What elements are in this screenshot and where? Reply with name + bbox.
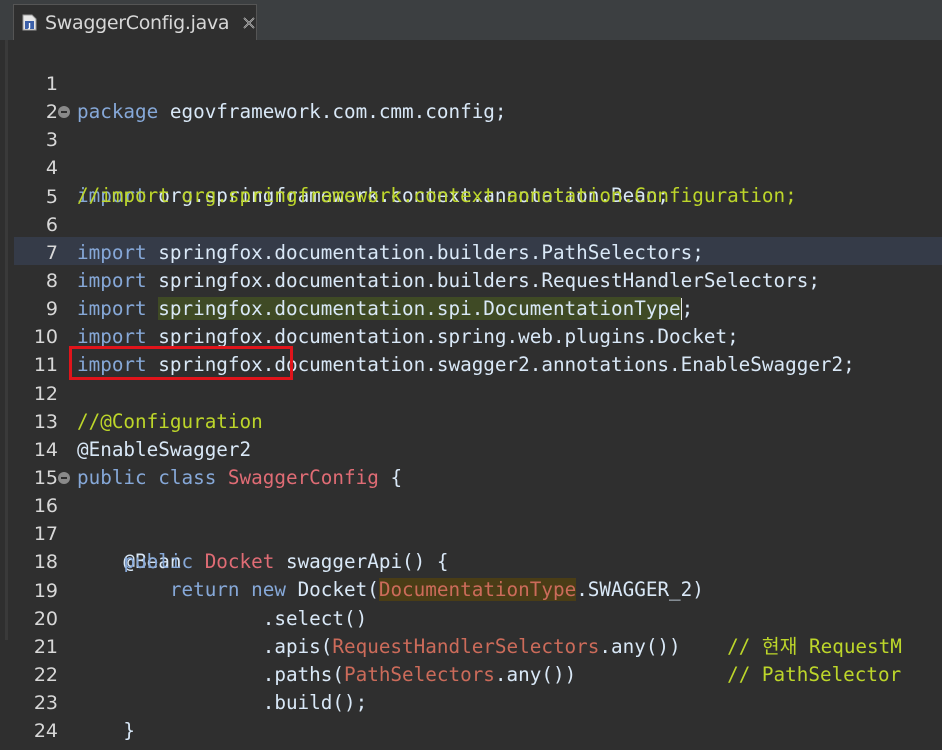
code-line-current: 8 import springfox.documentation.spi.Doc…: [0, 239, 942, 321]
tab-swaggerconfig[interactable]: J SwaggerConfig.java: [13, 4, 257, 40]
close-icon[interactable]: [241, 15, 257, 31]
editor-tab-bar: J SwaggerConfig.java: [0, 0, 942, 40]
code-line: 17 public Docket swaggerApi() {: [0, 492, 942, 573]
code-editor[interactable]: 1 package egovframework.com.cmm.config; …: [0, 40, 942, 750]
code-line: 21 .paths(PathSelectors.any()) // PathSe…: [0, 605, 942, 686]
code-line: 16 @Bean: [0, 464, 942, 573]
fold-toggle-icon[interactable]: [58, 472, 70, 485]
code-line: 10 import springfox.documentation.swagge…: [0, 295, 942, 376]
fold-toggle-icon[interactable]: [58, 106, 70, 119]
code-line: 14 public class SwaggerConfig {: [0, 408, 942, 489]
svg-text:J: J: [27, 22, 31, 30]
code-line: 4 //import org.springframework.context.a…: [0, 126, 942, 207]
code-line: 22 .build();: [0, 633, 942, 714]
code-line: 5: [0, 155, 942, 208]
code-line: 23 }: [0, 661, 942, 742]
tab-title: SwaggerConfig.java: [45, 11, 230, 34]
code-line: 15: [0, 436, 942, 489]
code-line: 19 .select(): [0, 549, 942, 630]
line-number: 24: [33, 720, 58, 743]
editor-window: J SwaggerConfig.java 1 package egovframe…: [0, 0, 942, 750]
code-line: 9 import springfox.documentation.spring.…: [0, 267, 942, 348]
code-line: 13 @EnableSwagger2: [0, 380, 942, 461]
java-file-icon: J: [22, 14, 37, 31]
code-line: 3 import org.springframework.context.ann…: [0, 98, 942, 207]
code-line: 6 import springfox.documentation.builder…: [0, 183, 942, 264]
code-line: 1 package egovframework.com.cmm.config;: [0, 42, 942, 123]
code-line: 20 .apis(RequestHandlerSelectors.any()) …: [0, 577, 942, 658]
code-line: 24 }: [0, 689, 942, 750]
line-text: }: [77, 745, 89, 750]
code-line: 7 import springfox.documentation.builder…: [0, 211, 942, 292]
annotation-highlight-box: [69, 346, 293, 380]
code-line: 18 return new Docket(DocumentationType.S…: [0, 520, 942, 602]
code-line: 2: [0, 70, 942, 123]
